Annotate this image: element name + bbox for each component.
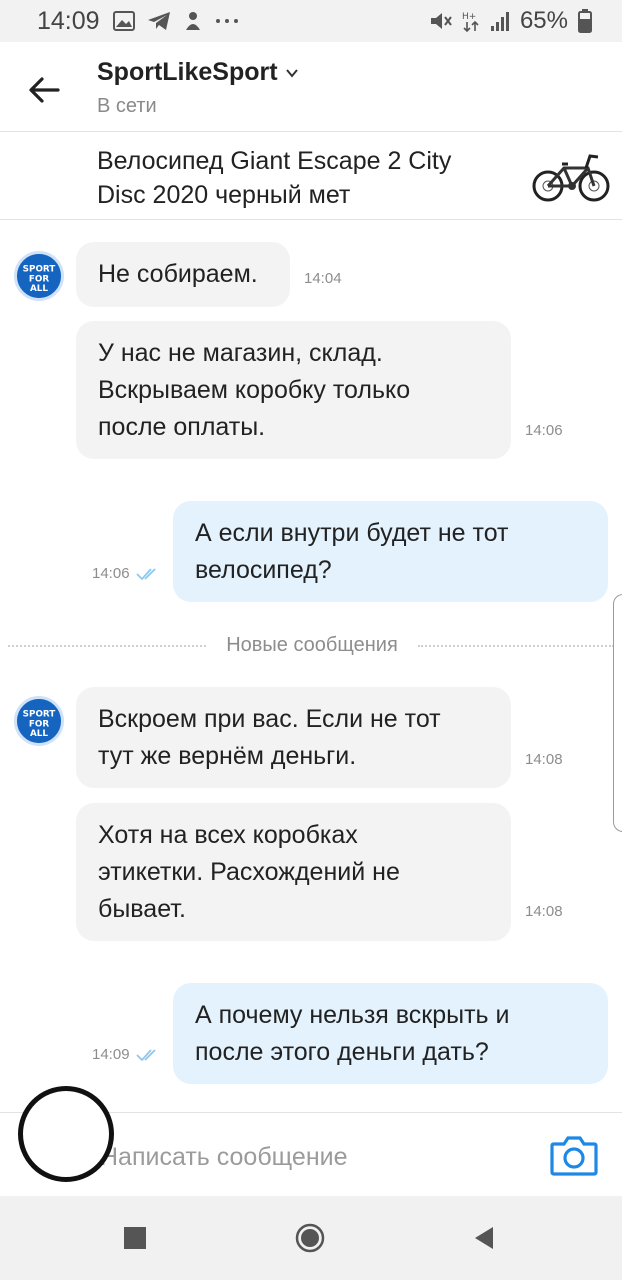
svg-text:SPORT: SPORT [23,710,56,720]
message-text: Не собираем. [98,260,258,288]
contact-avatar[interactable]: SPORT FOR ALL [14,696,64,746]
read-check-icon [135,567,156,580]
message-time: 14:08 [525,751,563,768]
battery-percent: 65% [519,7,568,34]
signal-icon [490,12,509,31]
contact-title-dropdown[interactable]: SportLikeSport [97,58,300,87]
more-icon [216,19,238,23]
chevron-down-icon [285,68,298,78]
message-text: Вскроем при вас. Если не тот тут же верн… [98,705,441,770]
app-notification-icon [186,12,200,30]
mute-icon [430,13,452,29]
contact-name: SportLikeSport [97,58,278,86]
status-time: 14:09 [37,7,100,35]
gallery-icon [113,11,135,31]
message-bubble-incoming[interactable]: Хотя на всех коробках этикетки. Расхожде… [76,803,511,941]
message-bubble-incoming[interactable]: Вскроем при вас. Если не тот тут же верн… [76,687,511,788]
read-check-icon [135,1048,156,1061]
svg-text:SPORT: SPORT [23,265,56,275]
sport-for-all-logo: SPORT FOR ALL [17,254,61,298]
contact-avatar[interactable]: SPORT FOR ALL [14,251,64,301]
message-time: 14:06 [525,422,563,439]
status-bar: 14:09 H+ 65% [0,0,622,42]
new-messages-divider: Новые сообщения [0,632,622,660]
message-text: У нас не магазин, склад. Вскрываем короб… [98,339,411,441]
recent-apps-icon[interactable] [117,1220,153,1256]
message-bubble-incoming[interactable]: Не собираем. [76,242,290,307]
message-text: А почему нельзя вскрыть и после этого де… [195,1001,510,1066]
new-messages-label: Новые сообщения [226,634,398,656]
message-time: 14:06 [92,565,130,582]
message-text: А если внутри будет не тот велосипед? [195,519,509,584]
camera-icon[interactable] [550,1134,598,1176]
message-bubble-incoming[interactable]: У нас не магазин, склад. Вскрываем короб… [76,321,511,459]
chat-header: SportLikeSport В сети [0,42,622,132]
attach-button[interactable] [18,1086,114,1182]
online-status: В сети [97,95,157,117]
message-bubble-outgoing[interactable]: А если внутри будет не тот велосипед? [173,501,608,602]
svg-text:ALL: ALL [30,729,48,739]
svg-text:ALL: ALL [30,284,48,294]
message-bubble-outgoing[interactable]: А почему нельзя вскрыть и после этого де… [173,983,608,1084]
message-time: 14:04 [304,270,342,287]
scroll-handle[interactable] [613,594,622,832]
message-time: 14:09 [92,1046,130,1063]
svg-text:FOR: FOR [29,719,49,729]
message-input[interactable] [100,1139,520,1175]
battery-icon [578,9,592,33]
svg-text:H+: H+ [462,12,476,22]
product-title: Велосипед Giant Escape 2 City Disc 2020 … [97,147,452,209]
back-nav-icon[interactable] [467,1220,503,1256]
back-arrow-icon[interactable] [24,70,64,110]
product-card[interactable]: Велосипед Giant Escape 2 City Disc 2020 … [0,132,622,220]
system-nav-bar [0,1196,622,1280]
bicycle-image [532,154,610,202]
network-icon: H+ [462,12,479,32]
message-time: 14:08 [525,903,563,920]
message-text: Хотя на всех коробках этикетки. Расхожде… [98,821,400,923]
sport-for-all-logo: SPORT FOR ALL [17,699,61,743]
home-icon[interactable] [292,1220,328,1256]
svg-text:FOR: FOR [29,274,49,284]
telegram-icon [148,12,170,30]
